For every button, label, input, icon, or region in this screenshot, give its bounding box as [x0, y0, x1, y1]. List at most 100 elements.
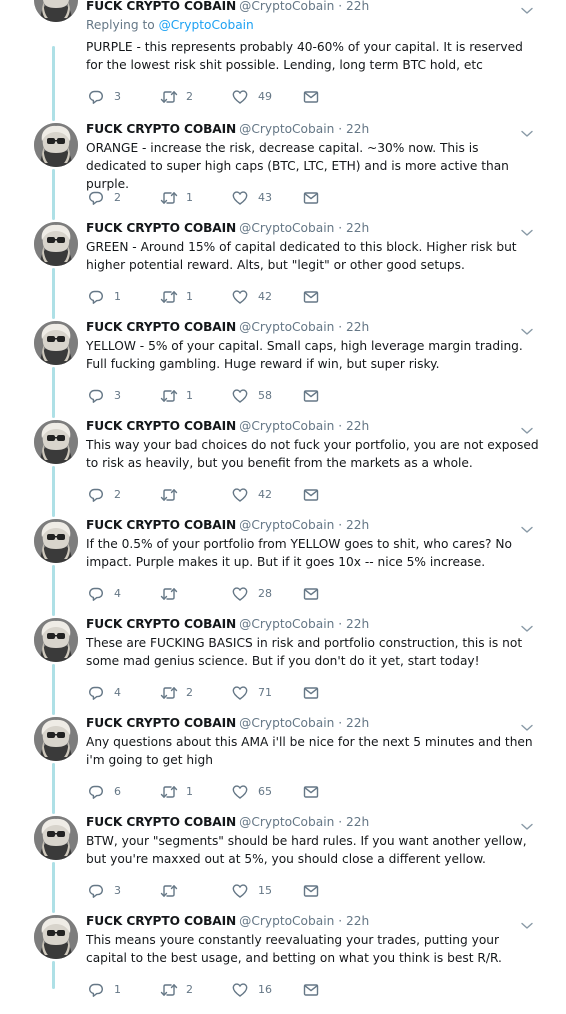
reply-count: 4 [114, 587, 121, 600]
like-count: 65 [258, 785, 272, 798]
reply-count: 1 [114, 290, 121, 303]
tweet[interactable]: FUCK CRYPTO COBAIN @CryptoCobain · 22h Thi… [0, 417, 566, 519]
tweet-text: If the 0.5% of your portfolio from YELLO… [86, 537, 512, 569]
tweet-timestamp[interactable]: 22h [346, 0, 369, 13]
separator: · [334, 0, 346, 13]
chevron-down-icon[interactable] [520, 421, 534, 434]
tweet-text: YELLOW - 5% of your capital. Small caps,… [86, 339, 523, 371]
tweet-timestamp[interactable]: 22h [346, 914, 369, 928]
author-handle[interactable]: @CryptoCobain [239, 716, 334, 730]
tweet-header: FUCK CRYPTO COBAIN @CryptoCobain · 22h [86, 417, 369, 433]
avatar[interactable] [34, 618, 78, 662]
tweet-actions: 4 28 [86, 586, 346, 602]
replying-to-mention[interactable]: @CryptoCobain [159, 18, 254, 32]
tweet[interactable]: FUCK CRYPTO COBAIN @CryptoCobain · 22h BTW… [0, 813, 566, 915]
tweet-text: Any questions about this AMA i'll be nic… [86, 735, 533, 767]
chevron-down-icon[interactable] [520, 223, 534, 236]
tweet[interactable]: FUCK CRYPTO COBAIN @CryptoCobain · 22h The… [0, 615, 566, 717]
tweet-header: FUCK CRYPTO COBAIN @CryptoCobain · 22h [86, 120, 369, 136]
tweet-timestamp[interactable]: 22h [346, 518, 369, 532]
chevron-down-icon[interactable] [520, 124, 534, 137]
separator: · [334, 716, 346, 730]
tweet-header: FUCK CRYPTO COBAIN @CryptoCobain · 22h [86, 0, 369, 13]
tweet-actions: 1 1 42 [86, 289, 346, 305]
retweet-count: 1 [186, 785, 193, 798]
author-name[interactable]: FUCK CRYPTO COBAIN [86, 320, 236, 334]
tweet-header: FUCK CRYPTO COBAIN @CryptoCobain · 22h [86, 813, 369, 829]
author-handle[interactable]: @CryptoCobain [239, 221, 334, 235]
author-name[interactable]: FUCK CRYPTO COBAIN [86, 122, 236, 136]
reply-count: 2 [114, 191, 121, 204]
reply-count: 1 [114, 983, 121, 996]
author-handle[interactable]: @CryptoCobain [239, 518, 334, 532]
tweet-text: This means youre constantly reevaluating… [86, 933, 502, 965]
chevron-down-icon[interactable] [520, 619, 534, 632]
tweet-text: This way your bad choices do not fuck yo… [86, 438, 539, 470]
author-name[interactable]: FUCK CRYPTO COBAIN [86, 716, 236, 730]
avatar[interactable] [34, 816, 78, 860]
tweet[interactable]: FUCK CRYPTO COBAIN @CryptoCobain · 22h Rep… [0, 0, 566, 104]
reply-count: 6 [114, 785, 121, 798]
separator: · [334, 122, 346, 136]
author-handle[interactable]: @CryptoCobain [239, 914, 334, 928]
tweet-timestamp[interactable]: 22h [346, 419, 369, 433]
tweet[interactable]: FUCK CRYPTO COBAIN @CryptoCobain · 22h Thi… [0, 912, 566, 1014]
avatar[interactable] [34, 222, 78, 266]
separator: · [334, 815, 346, 829]
chevron-down-icon[interactable] [520, 916, 534, 929]
avatar[interactable] [34, 123, 78, 167]
tweet-timestamp[interactable]: 22h [346, 221, 369, 235]
replying-to: Replying to @CryptoCobain [86, 18, 254, 32]
chevron-down-icon[interactable] [520, 1, 534, 14]
tweet[interactable]: FUCK CRYPTO COBAIN @CryptoCobain · 22h If … [0, 518, 566, 618]
tweet-timestamp[interactable]: 22h [346, 122, 369, 136]
chevron-down-icon[interactable] [520, 322, 534, 335]
author-name[interactable]: FUCK CRYPTO COBAIN [86, 419, 236, 433]
avatar[interactable] [34, 915, 78, 959]
like-count: 58 [258, 389, 272, 402]
tweet-timestamp[interactable]: 22h [346, 320, 369, 334]
like-count: 42 [258, 290, 272, 303]
tweet-header: FUCK CRYPTO COBAIN @CryptoCobain · 22h [86, 318, 369, 334]
tweet-timestamp[interactable]: 22h [346, 617, 369, 631]
tweet-actions: 1 2 16 [86, 982, 346, 998]
retweet-count: 2 [186, 983, 193, 996]
author-handle[interactable]: @CryptoCobain [239, 617, 334, 631]
author-handle[interactable]: @CryptoCobain [239, 0, 334, 13]
tweet[interactable]: FUCK CRYPTO COBAIN @CryptoCobain · 22h YEL… [0, 318, 566, 420]
tweet-thread: FUCK CRYPTO COBAIN @CryptoCobain · 22h Rep… [0, 0, 566, 997]
tweet-timestamp[interactable]: 22h [346, 716, 369, 730]
tweet[interactable]: FUCK CRYPTO COBAIN @CryptoCobain · 22h Any… [0, 716, 566, 816]
tweet[interactable]: FUCK CRYPTO COBAIN @CryptoCobain · 22h GRE… [0, 221, 566, 321]
author-handle[interactable]: @CryptoCobain [239, 419, 334, 433]
tweet[interactable]: FUCK CRYPTO COBAIN @CryptoCobain · 22h ORA… [0, 120, 566, 222]
avatar[interactable] [34, 717, 78, 761]
avatar[interactable] [34, 321, 78, 365]
author-name[interactable]: FUCK CRYPTO COBAIN [86, 0, 236, 13]
avatar[interactable] [34, 0, 78, 22]
tweet-text: These are FUCKING BASICS in risk and por… [86, 636, 523, 668]
chevron-down-icon[interactable] [520, 718, 534, 731]
avatar[interactable] [34, 519, 78, 563]
retweet-count: 1 [186, 191, 193, 204]
author-name[interactable]: FUCK CRYPTO COBAIN [86, 221, 236, 235]
author-name[interactable]: FUCK CRYPTO COBAIN [86, 518, 236, 532]
tweet-actions: 3 15 [86, 883, 346, 899]
chevron-down-icon[interactable] [520, 817, 534, 830]
author-name[interactable]: FUCK CRYPTO COBAIN [86, 815, 236, 829]
avatar[interactable] [34, 420, 78, 464]
author-name[interactable]: FUCK CRYPTO COBAIN [86, 617, 236, 631]
tweet-header: FUCK CRYPTO COBAIN @CryptoCobain · 22h [86, 912, 369, 928]
author-name[interactable]: FUCK CRYPTO COBAIN [86, 914, 236, 928]
tweet-actions: 2 42 [86, 487, 346, 503]
tweet-actions: 3 1 58 [86, 388, 346, 404]
tweet-timestamp[interactable]: 22h [346, 815, 369, 829]
author-handle[interactable]: @CryptoCobain [239, 320, 334, 334]
like-count: 43 [258, 191, 272, 204]
like-count: 49 [258, 90, 272, 103]
tweet-header: FUCK CRYPTO COBAIN @CryptoCobain · 22h [86, 615, 369, 631]
author-handle[interactable]: @CryptoCobain [239, 815, 334, 829]
author-handle[interactable]: @CryptoCobain [239, 122, 334, 136]
reply-count: 4 [114, 686, 121, 699]
chevron-down-icon[interactable] [520, 520, 534, 533]
